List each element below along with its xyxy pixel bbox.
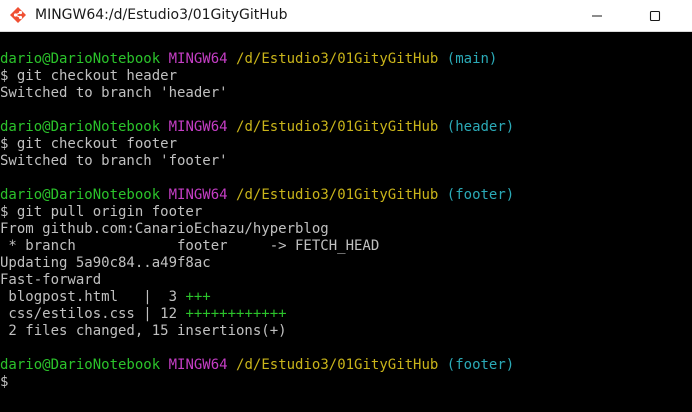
scrollbar[interactable] (686, 32, 692, 412)
terminal-output[interactable]: dario@DarioNotebook MINGW64 /d/Estudio3/… (0, 51, 692, 412)
prompt-user: dario@DarioNotebook (0, 51, 161, 67)
prompt-line: dario@DarioNotebook MINGW64 /d/Estudio3/… (0, 51, 692, 68)
prompt-system: MINGW64 (168, 51, 228, 67)
mingw-app-icon (10, 7, 26, 23)
prompt-line: dario@DarioNotebook MINGW64 /d/Estudio3/… (0, 119, 692, 136)
prompt-branch: (main) (446, 51, 498, 67)
prompt-user: dario@DarioNotebook (0, 357, 161, 373)
prompt-branch: (footer) (446, 357, 515, 373)
minimize-icon (592, 15, 602, 17)
input-prompt[interactable]: $ (0, 374, 692, 391)
output-line: Updating 5a90c84..a49f8ac (0, 255, 211, 271)
title-bar[interactable]: MINGW64:/d/Estudio3/01GityGitHub (0, 0, 692, 32)
diffstat-plus: +++ (185, 289, 211, 305)
prompt-line: dario@DarioNotebook MINGW64 /d/Estudio3/… (0, 187, 692, 204)
diffstat-file: blogpost.html | 3 (0, 289, 186, 305)
command-line: $ git checkout header (0, 68, 178, 84)
output-line: Switched to branch 'header' (0, 85, 228, 101)
output-line: From github.com:CanarioEchazu/hyperblog (0, 221, 329, 237)
prompt-branch: (footer) (446, 187, 515, 203)
diffstat-line: blogpost.html | 3 +++ (0, 289, 692, 306)
prompt-system: MINGW64 (168, 357, 228, 373)
maximize-button[interactable] (632, 0, 678, 32)
output-line: Fast-forward (0, 272, 102, 288)
maximize-icon (649, 10, 661, 22)
diffstat-plus: ++++++++++++ (185, 306, 287, 322)
prompt-user: dario@DarioNotebook (0, 119, 161, 135)
terminal-window: MINGW64:/d/Estudio3/01GityGitHub dario@D… (0, 0, 692, 412)
command-line: $ git pull origin footer (0, 204, 203, 220)
prompt-user: dario@DarioNotebook (0, 187, 161, 203)
diffstat-file: css/estilos.css | 12 (0, 306, 186, 322)
prompt-path: /d/Estudio3/01GityGitHub (236, 51, 439, 67)
prompt-path: /d/Estudio3/01GityGitHub (236, 119, 439, 135)
diffstat-line: css/estilos.css | 12 ++++++++++++ (0, 306, 692, 323)
minimize-button[interactable] (574, 0, 620, 32)
prompt-path: /d/Estudio3/01GityGitHub (236, 357, 439, 373)
prompt-line: dario@DarioNotebook MINGW64 /d/Estudio3/… (0, 357, 692, 374)
output-line: * branch footer -> FETCH_HEAD (0, 238, 380, 254)
prompt-system: MINGW64 (168, 187, 228, 203)
command-line: $ git checkout footer (0, 136, 178, 152)
window-title: MINGW64:/d/Estudio3/01GityGitHub (35, 7, 288, 23)
output-line: Switched to branch 'footer' (0, 153, 228, 169)
summary-line: 2 files changed, 15 insertions(+) (0, 323, 287, 339)
prompt-branch: (header) (446, 119, 515, 135)
prompt-path: /d/Estudio3/01GityGitHub (236, 187, 439, 203)
prompt-system: MINGW64 (168, 119, 228, 135)
